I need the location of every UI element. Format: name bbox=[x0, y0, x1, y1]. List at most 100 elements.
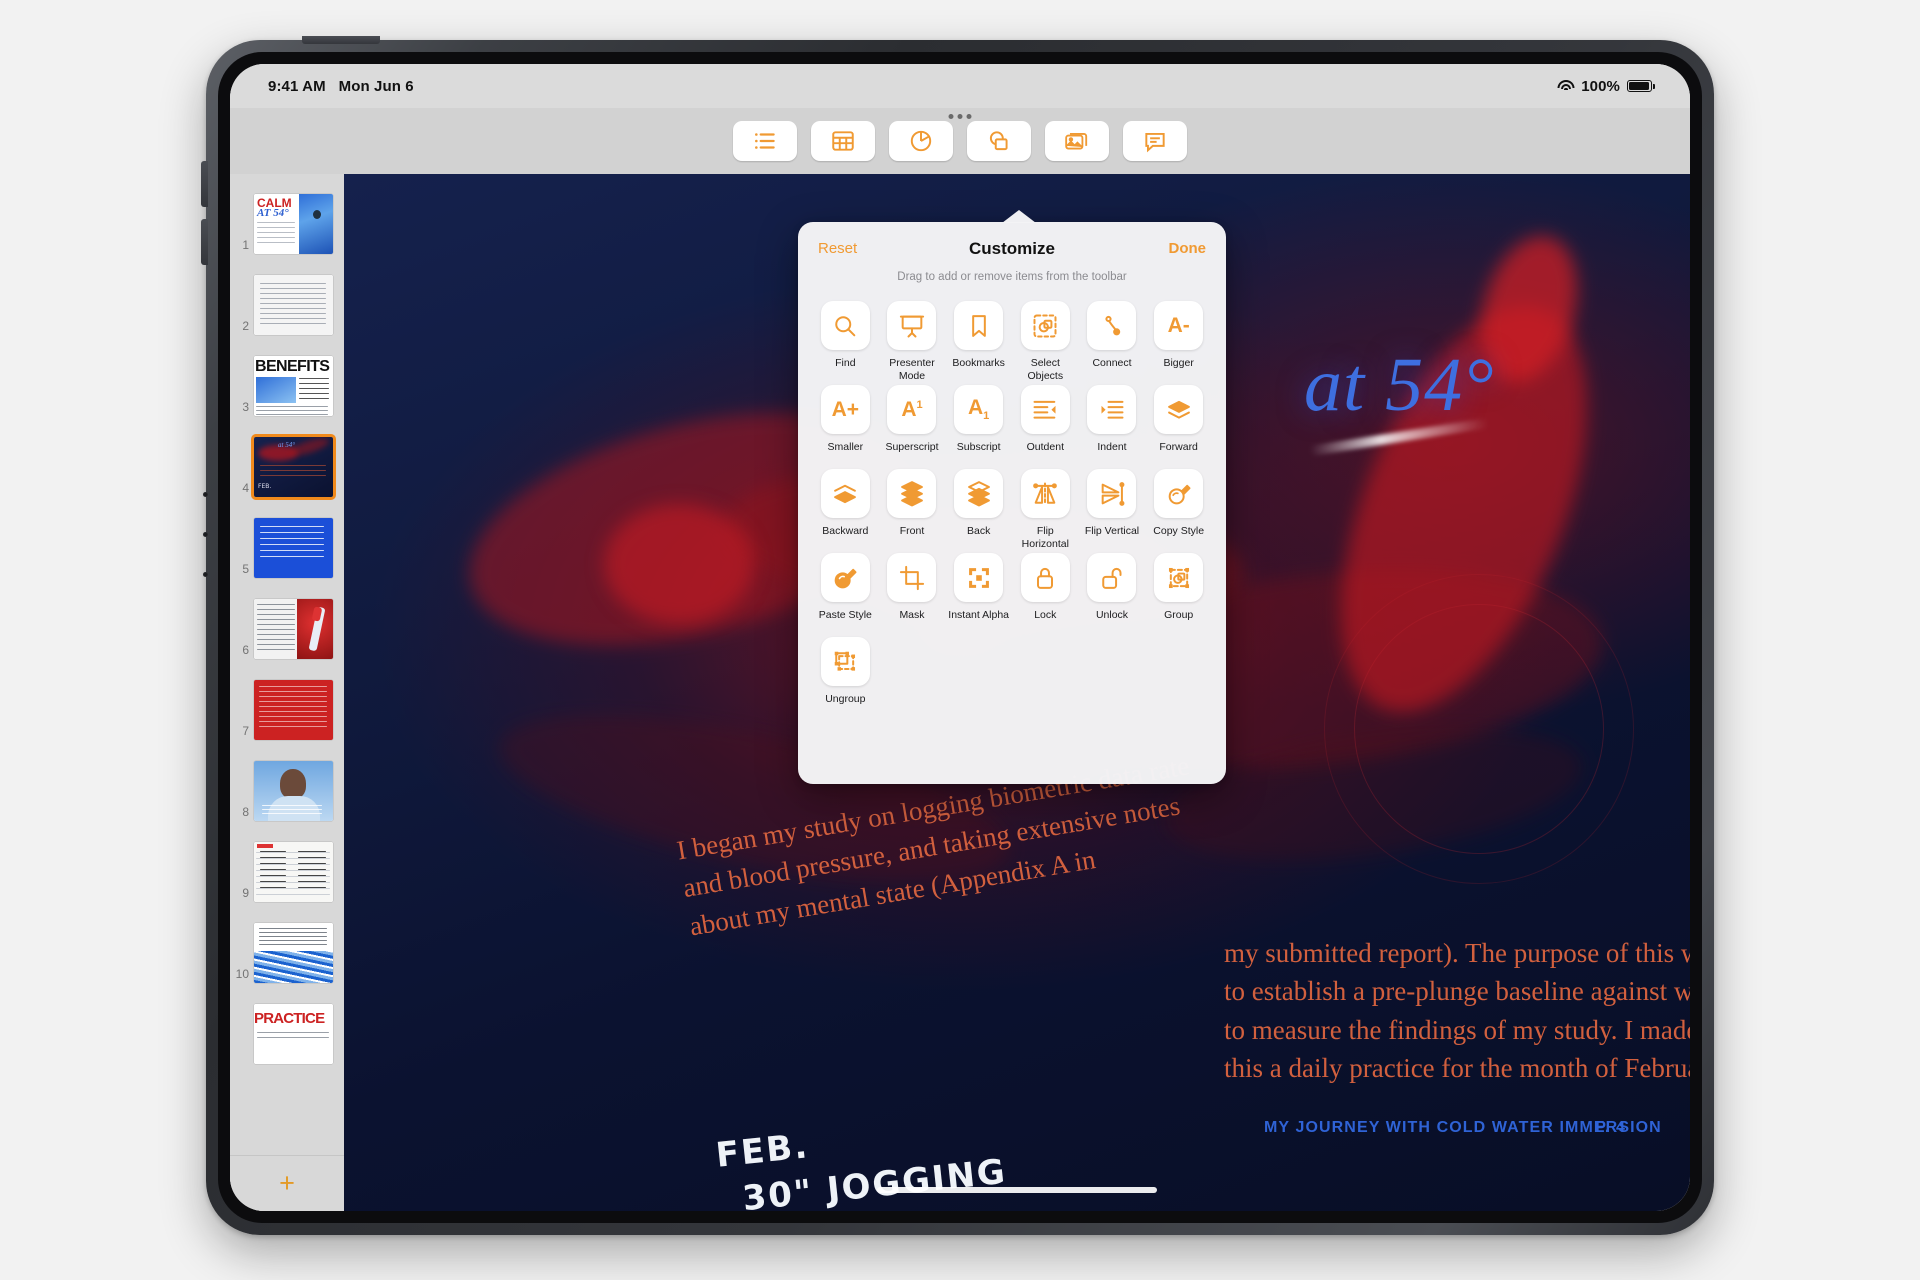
flip-vertical-icon[interactable] bbox=[1087, 469, 1137, 518]
slide-number: 8 bbox=[242, 805, 249, 819]
customize-item[interactable]: A+ Smaller bbox=[812, 385, 879, 467]
comment-icon[interactable] bbox=[1123, 121, 1187, 161]
done-button[interactable]: Done bbox=[1169, 240, 1207, 257]
power-button[interactable] bbox=[302, 36, 380, 44]
customize-item[interactable]: Unlock bbox=[1079, 553, 1146, 635]
slide-thumbnail-row[interactable]: 9 bbox=[230, 832, 344, 913]
connect-icon[interactable] bbox=[1087, 301, 1137, 350]
outdent-icon[interactable] bbox=[1020, 385, 1070, 434]
slide-thumbnail[interactable]: at 54° FEB. bbox=[251, 434, 336, 500]
customize-items-grid[interactable]: Find Presenter Mode Bookmarks Select Obj… bbox=[798, 283, 1226, 719]
customize-item[interactable]: Group bbox=[1145, 553, 1212, 635]
slide-thumbnail[interactable] bbox=[254, 761, 333, 821]
slide-thumbnail-row[interactable]: 3 BENEFITS bbox=[230, 346, 344, 427]
slide-thumbnail-row[interactable]: 6 bbox=[230, 589, 344, 670]
subscript-icon[interactable]: A1 bbox=[954, 385, 1004, 434]
move-backward-icon[interactable] bbox=[820, 469, 870, 518]
customize-item[interactable]: Select Objects bbox=[1012, 301, 1079, 383]
smart-connector-dot bbox=[203, 492, 208, 497]
select-objects-icon[interactable] bbox=[1020, 301, 1070, 350]
ungroup-icon[interactable] bbox=[820, 637, 870, 686]
customize-item[interactable]: Indent bbox=[1079, 385, 1146, 467]
group-icon[interactable] bbox=[1154, 553, 1204, 602]
customize-item[interactable]: Backward bbox=[812, 469, 879, 551]
slide-thumbnail[interactable] bbox=[254, 680, 333, 740]
slide-navigator-sidebar[interactable]: 1 CALM AT 54° 2 3 BENEFITS 4 at 54° FEB.… bbox=[230, 174, 344, 1211]
chart-icon[interactable] bbox=[889, 121, 953, 161]
customize-item[interactable]: Outdent bbox=[1012, 385, 1079, 467]
slide-number: 10 bbox=[235, 967, 249, 981]
bookmark-icon[interactable] bbox=[954, 301, 1004, 350]
customize-item[interactable]: Flip Horizontal bbox=[1012, 469, 1079, 551]
slide-thumbnail-row[interactable]: 8 bbox=[230, 751, 344, 832]
customize-item[interactable]: Presenter Mode bbox=[879, 301, 946, 383]
customize-item[interactable]: Forward bbox=[1145, 385, 1212, 467]
customize-item[interactable]: Paste Style bbox=[812, 553, 879, 635]
flip-horizontal-icon[interactable] bbox=[1020, 469, 1070, 518]
volume-up-button[interactable] bbox=[201, 161, 208, 207]
table-icon[interactable] bbox=[811, 121, 875, 161]
customize-item[interactable]: Flip Vertical bbox=[1079, 469, 1146, 551]
text-bigger-icon[interactable]: A- bbox=[1154, 301, 1204, 350]
shape-icon[interactable] bbox=[967, 121, 1031, 161]
reset-button[interactable]: Reset bbox=[818, 240, 857, 257]
media-icon[interactable] bbox=[1045, 121, 1109, 161]
slide-thumbnail-row[interactable]: 1 CALM AT 54° bbox=[230, 184, 344, 265]
list-icon[interactable] bbox=[733, 121, 797, 161]
home-indicator[interactable] bbox=[877, 1187, 1157, 1193]
slide-thumbnail[interactable]: CALM AT 54° bbox=[254, 194, 333, 254]
bring-to-front-icon[interactable] bbox=[887, 469, 937, 518]
customize-item[interactable]: Copy Style bbox=[1145, 469, 1212, 551]
slide-thumbnail[interactable] bbox=[254, 518, 333, 578]
customize-item[interactable]: Mask bbox=[879, 553, 946, 635]
copy-style-icon[interactable] bbox=[1154, 469, 1204, 518]
mask-crop-icon[interactable] bbox=[887, 553, 937, 602]
customize-item-label: Ungroup bbox=[825, 693, 866, 705]
add-slide-button[interactable]: + bbox=[230, 1155, 344, 1211]
search-icon[interactable] bbox=[820, 301, 870, 350]
unlock-icon[interactable] bbox=[1087, 553, 1137, 602]
slide-number: 5 bbox=[242, 562, 249, 576]
slide-thumbnail[interactable] bbox=[254, 923, 333, 983]
wifi-icon bbox=[1557, 79, 1575, 93]
customize-item[interactable]: A1 Superscript bbox=[879, 385, 946, 467]
lock-icon[interactable] bbox=[1020, 553, 1070, 602]
slide-thumbnail-row[interactable]: 5 bbox=[230, 508, 344, 589]
customize-item[interactable]: Back bbox=[945, 469, 1012, 551]
customize-item[interactable]: Front bbox=[879, 469, 946, 551]
text-smaller-icon[interactable]: A+ bbox=[820, 385, 870, 434]
slide-thumbnail-row[interactable]: 7 bbox=[230, 670, 344, 751]
slide-thumbnail-list[interactable]: 1 CALM AT 54° 2 3 BENEFITS 4 at 54° FEB.… bbox=[230, 174, 344, 1155]
customize-item[interactable]: A1 Subscript bbox=[945, 385, 1012, 467]
slide-thumbnail-row[interactable]: PRACTICE bbox=[230, 994, 344, 1075]
send-to-back-icon[interactable] bbox=[954, 469, 1004, 518]
slide-thumbnail-row[interactable]: 10 bbox=[230, 913, 344, 994]
slide-thumbnail[interactable] bbox=[254, 275, 333, 335]
customize-item[interactable]: A- Bigger bbox=[1145, 301, 1212, 383]
customize-item[interactable]: Ungroup bbox=[812, 637, 879, 719]
window-grabber-dots[interactable] bbox=[948, 114, 972, 119]
move-forward-icon[interactable] bbox=[1154, 385, 1204, 434]
paste-style-icon[interactable] bbox=[820, 553, 870, 602]
slide-number: 7 bbox=[242, 724, 249, 738]
slide-thumbnail-row[interactable]: 4 at 54° FEB. bbox=[230, 427, 344, 508]
customize-item-label: Copy Style bbox=[1153, 525, 1205, 537]
slide-thumbnail[interactable]: BENEFITS bbox=[254, 356, 333, 416]
instant-alpha-icon[interactable] bbox=[954, 553, 1004, 602]
slide-thumbnail[interactable] bbox=[254, 599, 333, 659]
presenter-mode-icon[interactable] bbox=[887, 301, 937, 350]
customize-item[interactable]: Connect bbox=[1079, 301, 1146, 383]
customize-item[interactable]: Lock bbox=[1012, 553, 1079, 635]
superscript-icon[interactable]: A1 bbox=[887, 385, 937, 434]
customize-item[interactable]: Instant Alpha bbox=[945, 553, 1012, 635]
customize-item[interactable]: Find bbox=[812, 301, 879, 383]
customize-item-label: Group bbox=[1164, 609, 1194, 621]
volume-down-button[interactable] bbox=[201, 219, 208, 265]
slide-thumbnail[interactable] bbox=[254, 842, 333, 902]
smart-connector-dot bbox=[203, 572, 208, 577]
indent-icon[interactable] bbox=[1087, 385, 1137, 434]
customize-item[interactable]: Bookmarks bbox=[945, 301, 1012, 383]
slide-thumbnail-row[interactable]: 2 bbox=[230, 265, 344, 346]
slide-thumbnail[interactable]: PRACTICE bbox=[254, 1004, 333, 1064]
customize-item-label: Paste Style bbox=[818, 609, 872, 621]
